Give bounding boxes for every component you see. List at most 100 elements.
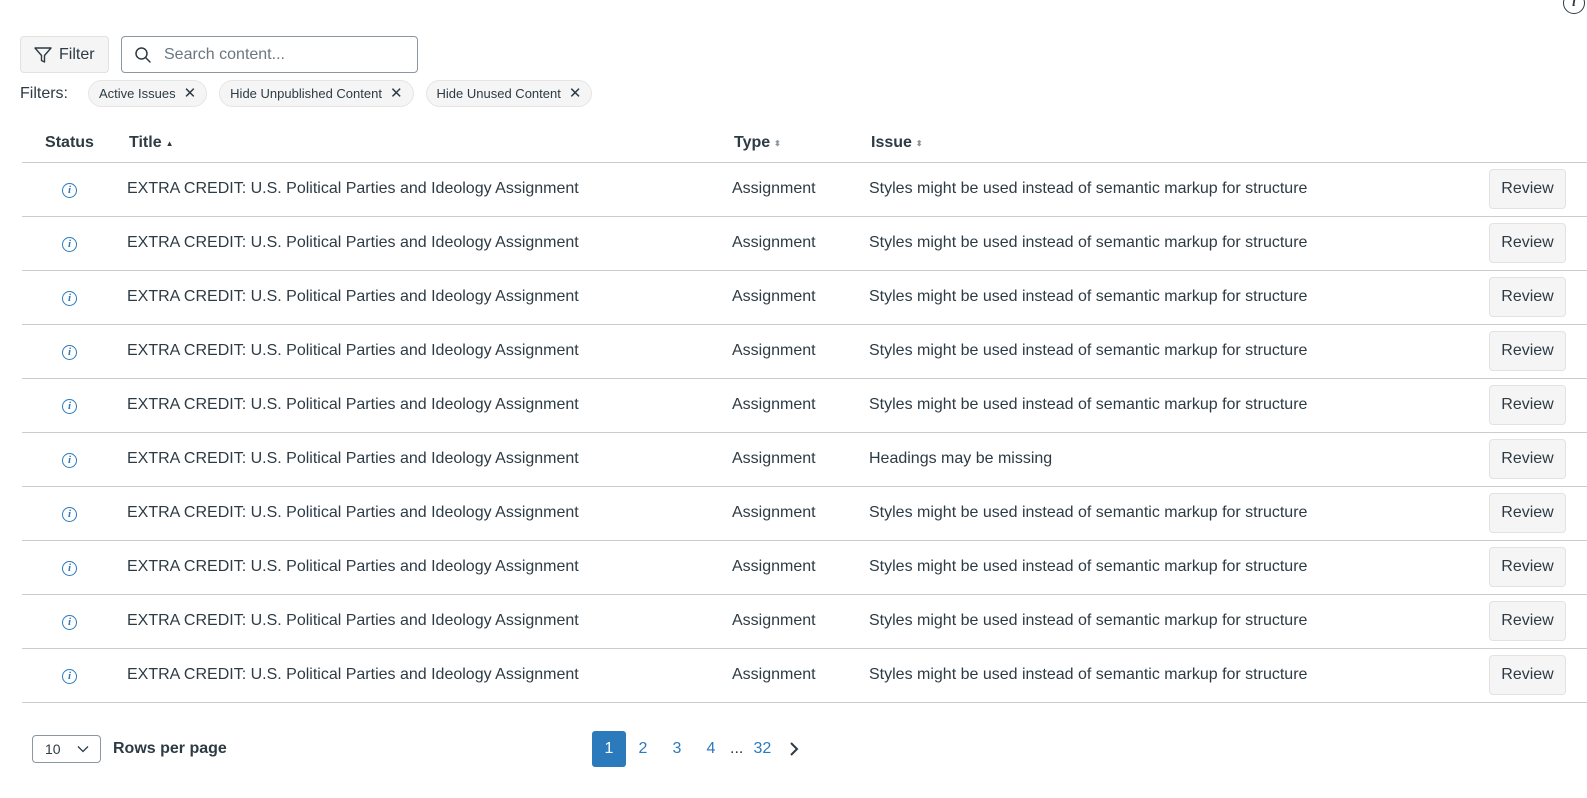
row-type: Assignment bbox=[722, 216, 859, 271]
table-footer: 10 Rows per page 1 2 3 4 ... 32 bbox=[32, 731, 1572, 767]
rows-per-page-label: Rows per page bbox=[113, 740, 227, 757]
row-title: EXTRA CREDIT: U.S. Political Parties and… bbox=[117, 432, 722, 487]
row-issue: Styles might be used instead of semantic… bbox=[859, 270, 1463, 325]
row-title: EXTRA CREDIT: U.S. Political Parties and… bbox=[117, 378, 722, 433]
pagination-ellipsis: ... bbox=[730, 740, 744, 757]
info-icon[interactable]: i bbox=[62, 614, 77, 630]
review-button[interactable]: Review bbox=[1489, 385, 1566, 425]
filters-label: Filters: bbox=[20, 84, 68, 102]
row-type: Assignment bbox=[722, 432, 859, 487]
row-title: EXTRA CREDIT: U.S. Political Parties and… bbox=[117, 270, 722, 325]
review-button[interactable]: Review bbox=[1489, 493, 1566, 533]
info-icon[interactable]: i bbox=[62, 290, 77, 306]
page-button-4[interactable]: 4 bbox=[694, 731, 728, 767]
row-title: EXTRA CREDIT: U.S. Political Parties and… bbox=[117, 486, 722, 541]
row-issue: Styles might be used instead of semantic… bbox=[859, 594, 1463, 649]
row-type: Assignment bbox=[722, 162, 859, 217]
row-issue: Headings may be missing bbox=[859, 432, 1463, 487]
review-button[interactable]: Review bbox=[1489, 169, 1566, 209]
row-title: EXTRA CREDIT: U.S. Political Parties and… bbox=[117, 216, 722, 271]
info-icon[interactable]: i bbox=[62, 506, 77, 522]
table-row: i EXTRA CREDIT: U.S. Political Parties a… bbox=[22, 648, 1587, 703]
review-button[interactable]: Review bbox=[1489, 655, 1566, 695]
filter-chip-hide-unused[interactable]: Hide Unused Content ✕ bbox=[425, 80, 593, 107]
funnel-icon bbox=[34, 46, 52, 63]
table-row: i EXTRA CREDIT: U.S. Political Parties a… bbox=[22, 324, 1587, 379]
row-title: EXTRA CREDIT: U.S. Political Parties and… bbox=[117, 324, 722, 379]
filter-button[interactable]: Filter bbox=[20, 36, 109, 73]
row-type: Assignment bbox=[722, 486, 859, 541]
sort-ascending-icon: ▲ bbox=[165, 138, 174, 148]
table-row: i EXTRA CREDIT: U.S. Political Parties a… bbox=[22, 540, 1587, 595]
info-icon[interactable]: i bbox=[62, 182, 77, 198]
column-header-status: Status bbox=[22, 125, 117, 163]
review-button[interactable]: Review bbox=[1489, 439, 1566, 479]
toolbar: Filter bbox=[20, 36, 418, 73]
rows-per-page-select[interactable]: 10 bbox=[32, 735, 101, 763]
filter-chip-hide-unpublished[interactable]: Hide Unpublished Content ✕ bbox=[219, 80, 414, 107]
row-type: Assignment bbox=[722, 270, 859, 325]
row-type: Assignment bbox=[722, 378, 859, 433]
column-header-issue[interactable]: Issue ⬍ bbox=[859, 125, 1463, 163]
table-row: i EXTRA CREDIT: U.S. Political Parties a… bbox=[22, 378, 1587, 433]
table-row: i EXTRA CREDIT: U.S. Political Parties a… bbox=[22, 270, 1587, 325]
filter-button-label: Filter bbox=[59, 45, 95, 63]
table-row: i EXTRA CREDIT: U.S. Political Parties a… bbox=[22, 486, 1587, 541]
row-issue: Styles might be used instead of semantic… bbox=[859, 486, 1463, 541]
row-title: EXTRA CREDIT: U.S. Political Parties and… bbox=[117, 162, 722, 217]
chip-label: Hide Unpublished Content bbox=[230, 86, 382, 101]
row-title: EXTRA CREDIT: U.S. Political Parties and… bbox=[117, 594, 722, 649]
row-issue: Styles might be used instead of semantic… bbox=[859, 216, 1463, 271]
row-type: Assignment bbox=[722, 648, 859, 703]
review-button[interactable]: Review bbox=[1489, 331, 1566, 371]
row-title: EXTRA CREDIT: U.S. Political Parties and… bbox=[117, 540, 722, 595]
info-icon[interactable]: i bbox=[62, 344, 77, 360]
review-button[interactable]: Review bbox=[1489, 547, 1566, 587]
row-issue: Styles might be used instead of semantic… bbox=[859, 540, 1463, 595]
chevron-down-icon bbox=[77, 746, 89, 753]
review-button[interactable]: Review bbox=[1489, 601, 1566, 641]
filters-row: Filters: Active Issues ✕ Hide Unpublishe… bbox=[20, 80, 593, 107]
content-table: Status Title ▲ Type ⬍ Issue ⬍ i EXTRA CREDI… bbox=[22, 125, 1587, 703]
pagination: 1 2 3 4 ... 32 bbox=[592, 731, 809, 767]
close-icon[interactable]: ✕ bbox=[390, 86, 403, 101]
info-icon[interactable]: i bbox=[62, 236, 77, 252]
page-button-1[interactable]: 1 bbox=[592, 731, 626, 767]
next-page-button[interactable] bbox=[779, 731, 809, 767]
table-header-row: Status Title ▲ Type ⬍ Issue ⬍ bbox=[22, 125, 1587, 163]
table-row: i EXTRA CREDIT: U.S. Political Parties a… bbox=[22, 162, 1587, 217]
info-icon[interactable]: i bbox=[1563, 0, 1585, 14]
chip-label: Hide Unused Content bbox=[436, 86, 561, 101]
row-type: Assignment bbox=[722, 594, 859, 649]
review-button[interactable]: Review bbox=[1489, 223, 1566, 263]
rows-per-page-value: 10 bbox=[45, 741, 61, 757]
page-button-2[interactable]: 2 bbox=[626, 731, 660, 767]
search-icon bbox=[135, 46, 151, 63]
row-title: EXTRA CREDIT: U.S. Political Parties and… bbox=[117, 648, 722, 703]
info-icon[interactable]: i bbox=[62, 668, 77, 684]
search-input[interactable] bbox=[162, 44, 402, 65]
column-header-type[interactable]: Type ⬍ bbox=[722, 125, 859, 163]
filter-chip-active-issues[interactable]: Active Issues ✕ bbox=[88, 80, 208, 107]
page-button-3[interactable]: 3 bbox=[660, 731, 694, 767]
page-button-last[interactable]: 32 bbox=[745, 731, 779, 767]
sort-icon: ⬍ bbox=[774, 138, 781, 148]
close-icon[interactable]: ✕ bbox=[569, 86, 582, 101]
column-header-title[interactable]: Title ▲ bbox=[117, 125, 722, 163]
row-issue: Styles might be used instead of semantic… bbox=[859, 378, 1463, 433]
review-button[interactable]: Review bbox=[1489, 277, 1566, 317]
table-row: i EXTRA CREDIT: U.S. Political Parties a… bbox=[22, 594, 1587, 649]
row-issue: Styles might be used instead of semantic… bbox=[859, 162, 1463, 217]
close-icon[interactable]: ✕ bbox=[184, 86, 197, 101]
sort-icon: ⬍ bbox=[915, 138, 923, 148]
chip-label: Active Issues bbox=[99, 86, 176, 101]
row-type: Assignment bbox=[722, 540, 859, 595]
search-box bbox=[121, 36, 418, 73]
info-icon[interactable]: i bbox=[62, 452, 77, 468]
chevron-right-icon bbox=[790, 742, 799, 756]
info-icon[interactable]: i bbox=[62, 560, 77, 576]
table-row: i EXTRA CREDIT: U.S. Political Parties a… bbox=[22, 432, 1587, 487]
info-icon[interactable]: i bbox=[62, 398, 77, 414]
row-type: Assignment bbox=[722, 324, 859, 379]
row-issue: Styles might be used instead of semantic… bbox=[859, 648, 1463, 703]
